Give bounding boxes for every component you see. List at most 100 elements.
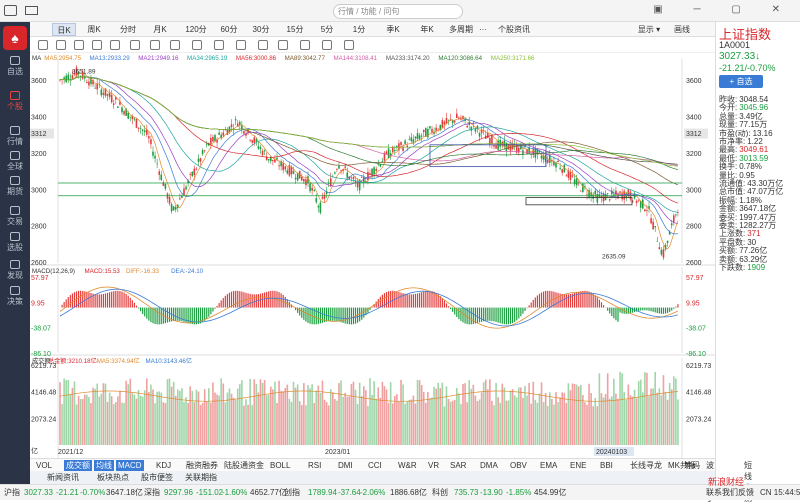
- volume-bar: [170, 386, 173, 445]
- indicator-tab[interactable]: VR: [426, 460, 441, 471]
- macd-tick-left: 9.95: [31, 300, 45, 307]
- volume-bar: [257, 392, 260, 445]
- draw-tool-icon[interactable]: [170, 40, 180, 50]
- indicator-tab[interactable]: KDJ: [154, 460, 173, 471]
- indicator-tab[interactable]: RSI: [306, 460, 323, 471]
- draw-tool-icon[interactable]: [236, 40, 246, 50]
- news-tab[interactable]: 板块热点: [94, 472, 132, 483]
- draw-tool-icon[interactable]: [92, 40, 102, 50]
- sidebar-item-4[interactable]: 期货: [0, 176, 30, 197]
- tab-0[interactable]: 日K: [52, 23, 76, 36]
- legend-item: MA56:3000.86: [236, 55, 277, 62]
- candle-body: [656, 241, 659, 242]
- indicator-tab[interactable]: EMA: [538, 460, 559, 471]
- tab-11[interactable]: 年K: [414, 23, 440, 36]
- draw-tool-icon[interactable]: [322, 40, 332, 50]
- sidebar-item-1[interactable]: 个股: [0, 91, 30, 112]
- tab-6[interactable]: 30分: [248, 23, 274, 36]
- draw-tool-icon[interactable]: [192, 40, 202, 50]
- tab-13[interactable]: ···: [476, 23, 490, 36]
- sidebar-item-6[interactable]: 选股: [0, 232, 30, 253]
- tab-12[interactable]: 多周期: [446, 23, 476, 36]
- draw-tool-icon[interactable]: [130, 40, 140, 50]
- tab-4[interactable]: 120分: [182, 23, 210, 36]
- tab-9[interactable]: 1分: [348, 23, 370, 36]
- volume-bar: [174, 395, 177, 445]
- volume-bar: [534, 399, 537, 445]
- news-tab[interactable]: 新闻资讯: [44, 472, 82, 483]
- draw-tool-icon[interactable]: [258, 40, 268, 50]
- indicator-tab[interactable]: 成交额: [64, 460, 92, 471]
- window-controls[interactable]: ▣ ─ ▢ ✕: [653, 4, 794, 15]
- stock-change: -21.21/-0.70%: [719, 63, 776, 73]
- indicator-tab[interactable]: ENE: [568, 460, 588, 471]
- draw-tool-icon[interactable]: [300, 40, 310, 50]
- draw-tool-icon[interactable]: [214, 40, 224, 50]
- tab-1[interactable]: 周K: [82, 23, 106, 36]
- sidebar-item-0[interactable]: 自选: [0, 56, 30, 77]
- indicator-tab[interactable]: 均线: [94, 460, 114, 471]
- y-tick-left: 3400: [31, 115, 47, 122]
- indicator-tab[interactable]: OBV: [508, 460, 529, 471]
- draw-tool-icon[interactable]: [74, 40, 84, 50]
- volume-bar: [642, 392, 644, 445]
- draw-tool-icon[interactable]: [38, 40, 48, 50]
- volume-bar: [261, 382, 264, 445]
- indicator-tab[interactable]: CCI: [366, 460, 384, 471]
- indicator-tabs: VOL 成交额 均线 MACD KDJ 融资融券 陆股通资金 BOLL RSI DMI CCI W&R…: [30, 458, 752, 503]
- draw-tool-icon[interactable]: [150, 40, 160, 50]
- sidebar-item-label: 选股: [7, 243, 23, 252]
- tab-2[interactable]: 分时: [114, 23, 142, 36]
- candle-body: [272, 159, 274, 162]
- volume-bar: [606, 373, 609, 445]
- draw-tool-icon[interactable]: [344, 40, 354, 50]
- tab-7[interactable]: 15分: [282, 23, 308, 36]
- indicator-tab[interactable]: MACD: [116, 460, 144, 471]
- news-tab[interactable]: 股市便签: [138, 472, 176, 483]
- indicator-tab[interactable]: DMI: [336, 460, 355, 471]
- sidebar-item-8[interactable]: 决策: [0, 286, 30, 307]
- ticker-item: -0.70%: [80, 488, 106, 497]
- tab-10[interactable]: 季K: [380, 23, 406, 36]
- news-tab[interactable]: 关联期指: [182, 472, 220, 483]
- volume-bar: [187, 402, 189, 445]
- indicator-tab[interactable]: 陆股通资金: [222, 460, 266, 471]
- indicator-tab[interactable]: SAR: [448, 460, 468, 471]
- indicator-tab[interactable]: 长线寻龙: [628, 460, 664, 471]
- candle-body: [226, 129, 229, 135]
- tab-15[interactable]: 显示 ▾: [634, 23, 664, 36]
- indicator-tab[interactable]: 融资融券: [184, 460, 220, 471]
- sidebar-item-5[interactable]: 交易: [0, 206, 30, 227]
- volume-tick-left: 6219.73: [31, 363, 56, 370]
- indicator-tab[interactable]: BOLL: [268, 460, 292, 471]
- stock-chart[interactable]: MA MA5:2954.75 MA13:2933.29 MA21:2949.16 MA3…: [30, 53, 715, 458]
- indicator-tab[interactable]: BBI: [598, 460, 615, 471]
- mail-icon[interactable]: [25, 6, 38, 15]
- tab-5[interactable]: 60分: [216, 23, 242, 36]
- indicator-tab[interactable]: W&R: [396, 460, 419, 471]
- tab-16[interactable]: 画线: [670, 23, 694, 36]
- menu-icon[interactable]: [4, 5, 17, 16]
- tab-14[interactable]: 个股资讯: [494, 23, 534, 36]
- indicator-tab[interactable]: 短线窥测: [742, 460, 754, 503]
- indicator-tab[interactable]: 筹码: [682, 460, 702, 471]
- indicator-tab[interactable]: VOL: [34, 460, 54, 471]
- search-input[interactable]: 行情 / 功能 / 问句: [333, 4, 463, 19]
- sidebar-item-3[interactable]: 全球: [0, 151, 30, 172]
- sidebar-item-2[interactable]: 行情: [0, 126, 30, 147]
- volume-bar: [561, 392, 563, 445]
- candle-body: [418, 135, 421, 140]
- tab-8[interactable]: 5分: [314, 23, 340, 36]
- draw-tool-icon[interactable]: [56, 40, 66, 50]
- stock-code: 1A0001: [719, 40, 751, 50]
- indicator-tab[interactable]: DMA: [478, 460, 500, 471]
- sidebar-item-7[interactable]: 发现: [0, 260, 30, 281]
- draw-tool-icon[interactable]: [278, 40, 288, 50]
- candle-body: [449, 118, 452, 120]
- draw-tool-icon[interactable]: [110, 40, 120, 50]
- add-watchlist-button[interactable]: + 自选: [719, 75, 763, 88]
- tab-3[interactable]: 月K: [148, 23, 172, 36]
- volume-bar: [115, 402, 117, 445]
- indicator-tab[interactable]: 波段助手: [704, 460, 716, 503]
- legend-item: MA5:3374.94亿: [97, 357, 140, 365]
